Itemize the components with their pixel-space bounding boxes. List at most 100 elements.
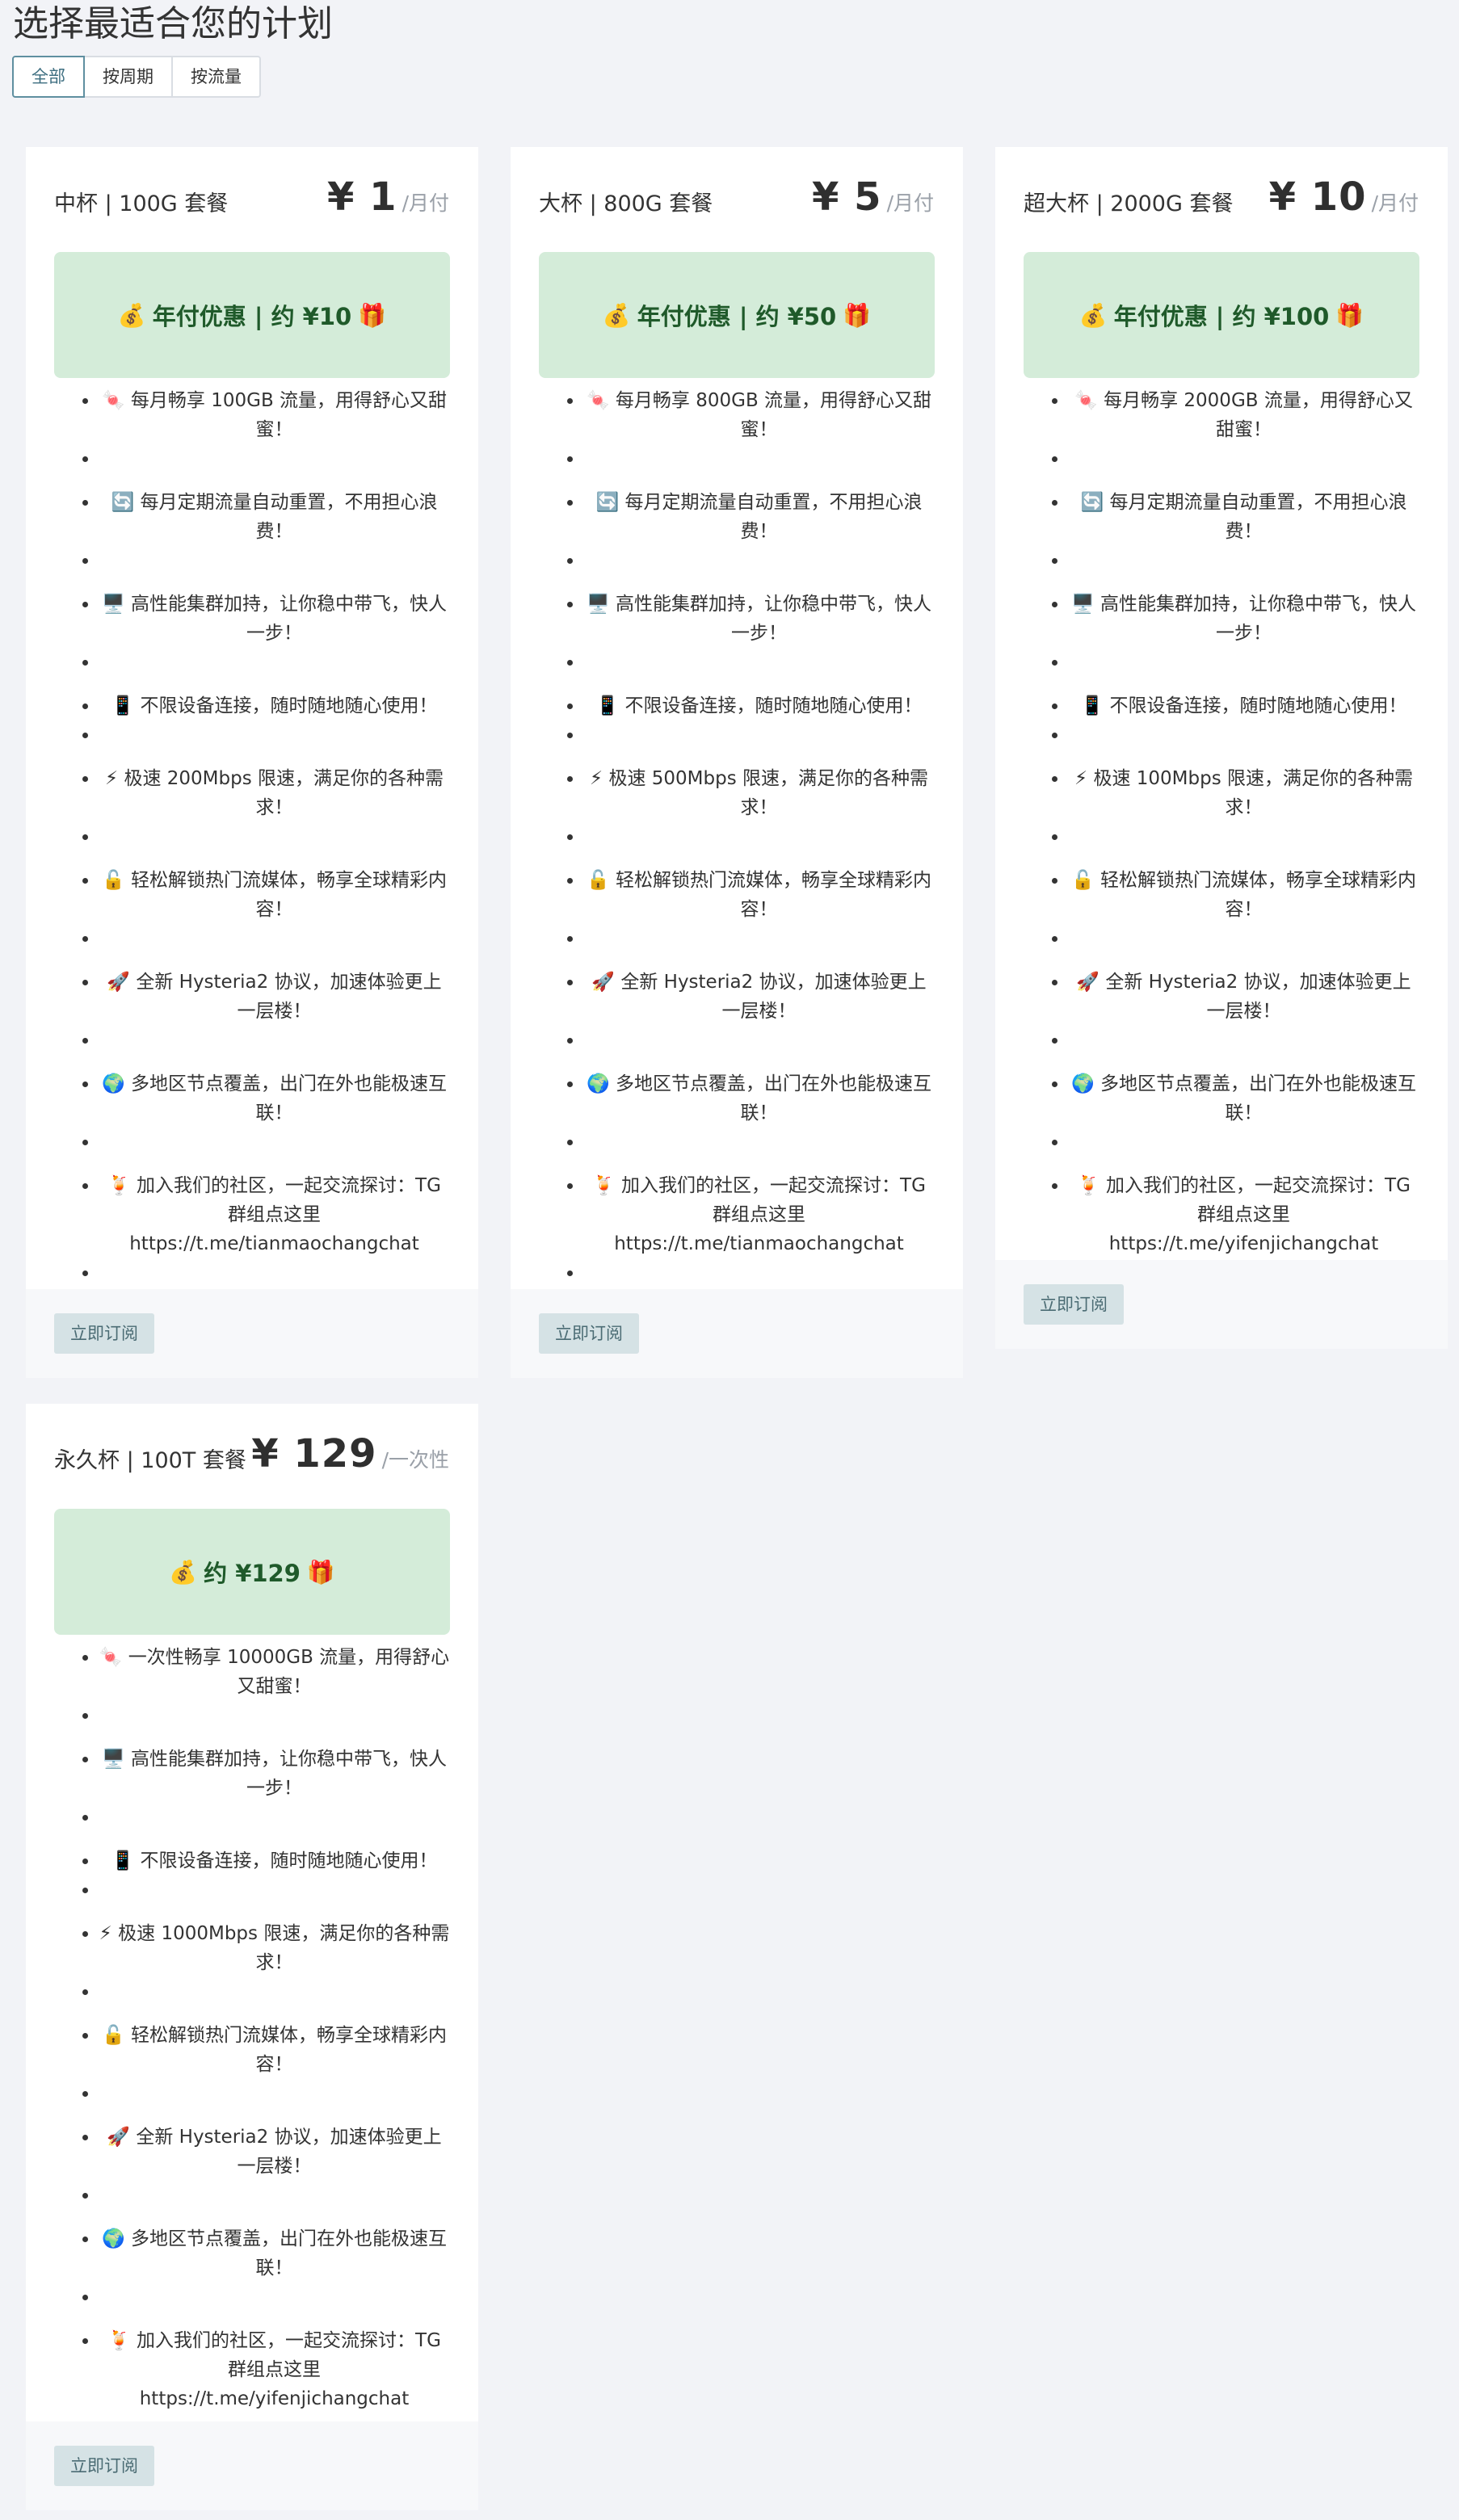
feature-icon: 🍬 [586,390,610,411]
empty-list-item [99,2181,450,2220]
empty-list-item [583,444,935,483]
price-amount: ¥ 10 [1268,174,1367,220]
empty-list-item [99,822,450,861]
feature-item: 📱 不限设备连接，随时随地随心使用！ [1068,691,1419,720]
feature-icon: 🖥️ [102,594,125,615]
feature-text: 加入我们的社区，一起交流探讨：TG群组点这里https://t.me/yifen… [1106,1175,1411,1254]
subscribe-button[interactable]: 立即订阅 [539,1313,639,1354]
feature-text: 高性能集群加持，让你稳中带飞，快人一步！ [615,594,931,644]
feature-text: 极速 1000Mbps 限速，满足你的各种需求！ [118,1923,450,1973]
plan-name: 大杯 | 800G 套餐 [539,191,713,216]
empty-list-item [99,1803,450,1842]
plan-card-header: 中杯 | 100G 套餐 ¥ 1/月付 [26,147,478,252]
feature-item: ⚡ 极速 100Mbps 限速，满足你的各种需求！ [1068,764,1419,822]
feature-item: 🍹 加入我们的社区，一起交流探讨：TG群组点这里https://t.me/yif… [1068,1171,1419,1258]
feature-text: 多地区节点覆盖，出门在外也能极速互联！ [1100,1073,1416,1124]
feature-item: 🚀 全新 Hysteria2 协议，加速体验更上一层楼！ [583,968,935,1026]
promo-text: 年付优惠 | 约 ¥100 [1113,303,1330,330]
feature-item: 🔓 轻松解锁热门流媒体，畅享全球精彩内容！ [583,866,935,924]
feature-icon: 🔄 [111,492,135,513]
empty-list-item [1068,648,1419,687]
feature-icon: 📱 [111,1850,135,1871]
gift-icon: 🎁 [1335,301,1364,329]
feature-icon: 🚀 [107,2127,131,2148]
empty-list-item [1068,1128,1419,1166]
feature-text: 极速 100Mbps 限速，满足你的各种需求！ [1093,768,1414,818]
feature-icon: 📱 [1080,695,1104,716]
feature-text: 轻松解锁热门流媒体，畅享全球精彩内容！ [1100,870,1416,920]
feature-text: 不限设备连接，随时随地随心使用！ [140,695,438,716]
feature-text: 高性能集群加持，让你稳中带飞，快人一步！ [1100,594,1416,644]
tab-all[interactable]: 全部 [12,56,85,98]
empty-list-item [1068,720,1419,759]
feature-icon: 🖥️ [1071,594,1095,615]
feature-text: 全新 Hysteria2 协议，加速体验更上一层楼！ [136,2127,442,2177]
feature-icon: 🍹 [592,1175,616,1196]
feature-text: 极速 500Mbps 限速，满足你的各种需求！ [608,768,929,818]
price-unit: /月付 [1371,191,1419,215]
empty-list-item [1068,1026,1419,1065]
plan-price: ¥ 10/月付 [1269,174,1419,220]
feature-text: 多地区节点覆盖，出门在外也能极速互联！ [130,1073,447,1124]
feature-icon: 🍬 [1074,390,1098,411]
plan-card-header: 永久杯 | 100T 套餐 ¥ 129/一次性 [26,1404,478,1509]
empty-list-item [99,924,450,963]
feature-item: 🔓 轻松解锁热门流媒体，畅享全球精彩内容！ [1068,866,1419,924]
feature-text: 每月畅享 100GB 流量，用得舒心又甜蜜！ [130,390,448,440]
feature-item: 🍹 加入我们的社区，一起交流探讨：TG群组点这里https://t.me/yif… [99,2326,450,2413]
price-unit: /月付 [886,191,934,215]
feature-icon: ⚡ [99,1923,112,1944]
feature-item: ⚡ 极速 1000Mbps 限速，满足你的各种需求！ [99,1919,450,1977]
empty-list-item [99,1128,450,1166]
tab-by-traffic[interactable]: 按流量 [171,56,261,98]
feature-item: ⚡ 极速 200Mbps 限速，满足你的各种需求！ [99,764,450,822]
plan-card-footer: 立即订阅 [26,2421,478,2510]
feature-item: 🔄 每月定期流量自动重置，不用担心浪费！ [99,488,450,546]
plan-card-footer: 立即订阅 [995,1260,1448,1349]
price-amount: ¥ 5 [812,174,882,220]
feature-icon: 🔄 [1080,492,1104,513]
feature-item: 🌍 多地区节点覆盖，出门在外也能极速互联！ [99,1069,450,1128]
feature-text: 每月定期流量自动重置，不用担心浪费！ [624,492,923,542]
feature-item: 🔓 轻松解锁热门流媒体，畅享全球精彩内容！ [99,866,450,924]
page-title: 选择最适合您的计划 [13,3,333,44]
subscribe-button[interactable]: 立即订阅 [54,1313,154,1354]
feature-text: 不限设备连接，随时随地随心使用！ [624,695,923,716]
tab-by-period[interactable]: 按周期 [83,56,173,98]
empty-list-item [1068,444,1419,483]
feature-text: 不限设备连接，随时随地随心使用！ [140,1850,438,1871]
promo-banner: 💰 年付优惠 | 约 ¥50 🎁 [539,252,935,378]
feature-text: 加入我们的社区，一起交流探讨：TG群组点这里 https://t.me/tian… [129,1175,441,1254]
feature-text: 高性能集群加持，让你稳中带飞，快人一步！ [130,1749,447,1799]
plan-price: ¥ 5/月付 [812,174,934,220]
plan-card: 超大杯 | 2000G 套餐¥ 10/月付💰年付优惠 | 约 ¥100🎁🍬 每月… [995,147,1448,1349]
feature-text: 极速 200Mbps 限速，满足你的各种需求！ [124,768,444,818]
feature-item: 🌍 多地区节点覆盖，出门在外也能极速互联！ [583,1069,935,1128]
plan-price: ¥ 129/一次性 [251,1431,449,1476]
promo-text: 年付优惠 | 约 ¥50 [637,303,837,330]
gift-icon: 🎁 [306,1558,335,1586]
feature-item: 🍬 一次性畅享 10000GB 流量，用得舒心又甜蜜！ [99,1643,450,1701]
plan-card-footer: 立即订阅 [511,1289,963,1378]
plan-price: ¥ 1/月付 [327,174,449,220]
feature-icon: ⚡ [589,768,603,789]
plan-card: 大杯 | 800G 套餐¥ 5/月付💰年付优惠 | 约 ¥50🎁🍬 每月畅享 8… [511,147,963,1378]
plan-card: 中杯 | 100G 套餐¥ 1/月付💰年付优惠 | 约 ¥10🎁🍬 每月畅享 1… [26,147,478,1378]
gift-icon: 🎁 [843,301,872,329]
feature-text: 轻松解锁热门流媒体，畅享全球精彩内容！ [130,2025,447,2075]
feature-item: 🚀 全新 Hysteria2 协议，加速体验更上一层楼！ [99,2123,450,2181]
empty-list-item [99,1026,450,1065]
feature-item: 📱 不限设备连接，随时随地随心使用！ [99,691,450,720]
price-amount: ¥ 1 [327,174,397,220]
empty-list-item [583,1128,935,1166]
feature-text: 轻松解锁热门流媒体，畅享全球精彩内容！ [615,870,931,920]
feature-icon: 🍬 [101,390,125,411]
subscribe-button[interactable]: 立即订阅 [54,2446,154,2486]
feature-icon: 🖥️ [102,1749,125,1770]
empty-list-item [99,444,450,483]
plan-card: 永久杯 | 100T 套餐¥ 129/一次性💰约 ¥129🎁🍬 一次性畅享 10… [26,1404,478,2510]
subscribe-button[interactable]: 立即订阅 [1024,1284,1124,1325]
money-bag-icon: 💰 [169,1558,198,1586]
plan-card-footer: 立即订阅 [26,1289,478,1378]
empty-list-item [99,2283,450,2321]
